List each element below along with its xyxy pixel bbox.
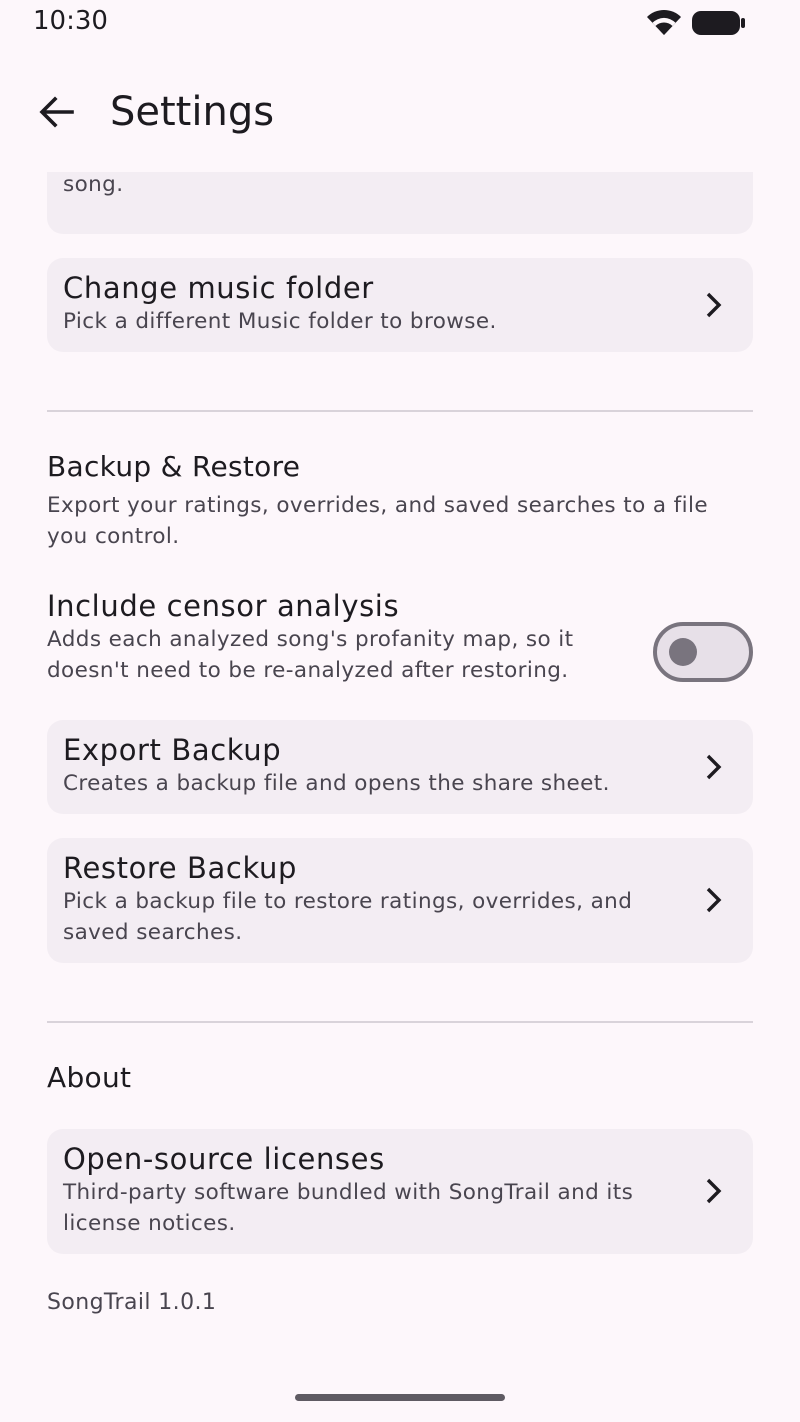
about-section-title: About [47,1061,132,1094]
censor-analysis-title: Include censor analysis [47,589,400,623]
app-version: SongTrail 1.0.1 [47,1290,217,1315]
rescan-library-subtitle: Rebuild the index and re-read tags and a… [63,172,124,197]
restore-backup-card[interactable]: Restore Backup Pick a backup file to res… [47,838,753,963]
open-source-licenses-title: Open-source licenses [63,1142,385,1176]
export-backup-subtitle: Creates a backup file and opens the shar… [63,771,610,796]
status-bar: 10:30 [0,0,800,46]
export-backup-card[interactable]: Export Backup Creates a backup file and … [47,720,753,814]
chevron-right-icon [706,292,722,318]
change-music-folder-title: Change music folder [63,271,374,305]
backup-section-title: Backup & Restore [47,450,301,483]
arrow-back-icon [39,96,74,128]
restore-backup-subtitle: Pick a backup file to restore ratings, o… [63,889,633,945]
backup-section-description: Export your ratings, overrides, and save… [47,493,709,549]
export-backup-title: Export Backup [63,733,282,767]
battery-icon [692,11,745,35]
chevron-right-icon [706,1178,722,1204]
restore-backup-title: Restore Backup [63,851,297,885]
gesture-navigation-bar[interactable] [295,1394,505,1401]
section-divider [47,410,753,412]
settings-list[interactable]: Rebuild the index and re-read tags and a… [0,172,800,1362]
wifi-icon [647,9,681,35]
status-time: 10:30 [33,6,108,36]
chevron-right-icon [706,887,722,913]
censor-analysis-subtitle: Adds each analyzed song's profanity map,… [47,627,574,683]
back-button[interactable] [28,84,84,140]
change-music-folder-card[interactable]: Change music folder Pick a different Mus… [47,258,753,352]
open-source-licenses-subtitle: Third-party software bundled with SongTr… [63,1180,634,1236]
censor-analysis-toggle-row[interactable]: Include censor analysis Adds each analyz… [47,588,753,698]
rescan-library-card[interactable]: Rebuild the index and re-read tags and a… [47,172,753,234]
switch-thumb [669,638,697,666]
section-divider [47,1021,753,1023]
change-music-folder-subtitle: Pick a different Music folder to browse. [63,309,497,334]
open-source-licenses-card[interactable]: Open-source licenses Third-party softwar… [47,1129,753,1254]
censor-analysis-switch[interactable] [653,622,753,682]
chevron-right-icon [706,754,722,780]
top-app-bar: Settings [0,46,800,172]
page-title: Settings [110,89,275,135]
